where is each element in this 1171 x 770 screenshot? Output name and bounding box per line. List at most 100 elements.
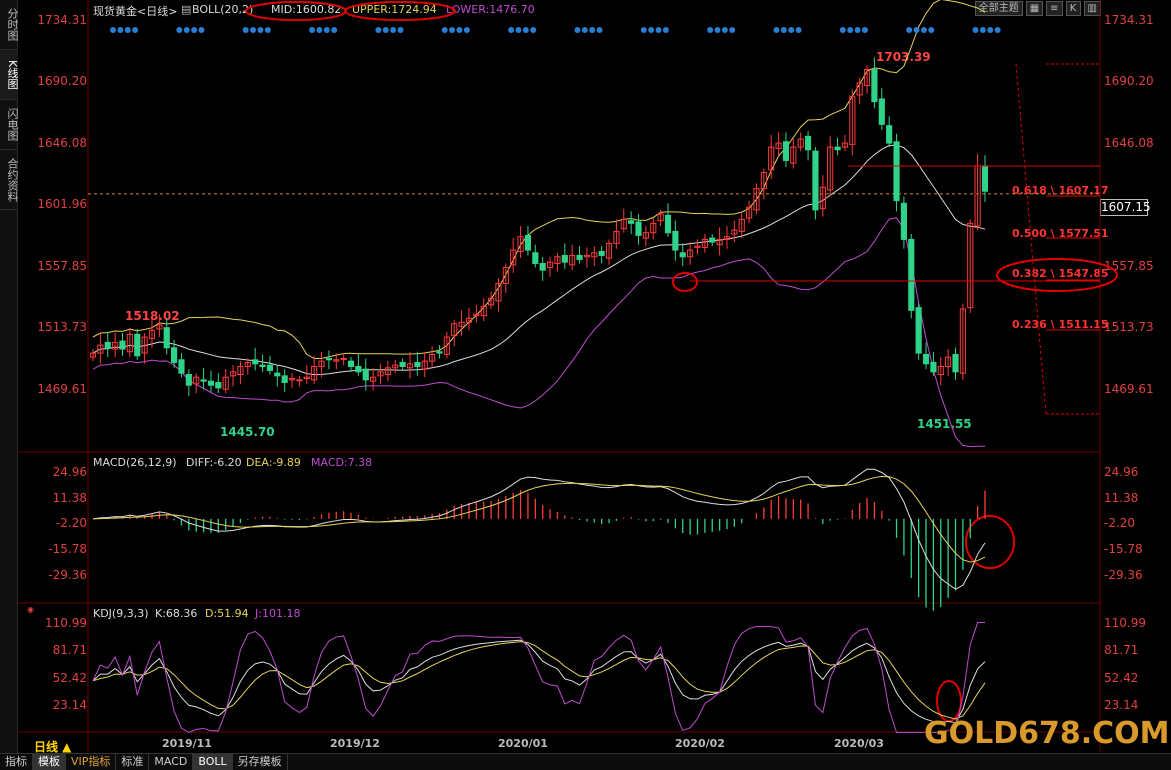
candle-body — [414, 361, 421, 367]
candle-body — [650, 222, 657, 234]
signal-dot — [854, 27, 861, 33]
tick-label: 23.14 — [1104, 698, 1139, 712]
signal-dot — [839, 27, 846, 33]
candle-body — [465, 317, 473, 323]
candle-body — [554, 256, 561, 264]
candle-body — [281, 375, 288, 384]
signal-dot — [581, 27, 588, 33]
candle-body — [849, 95, 856, 145]
boll-upper: UPPER:1724.94 — [352, 3, 437, 16]
signal-dot — [191, 27, 198, 33]
grid-icon[interactable]: ▦ — [1025, 1, 1044, 16]
candle-body — [303, 376, 310, 380]
candle-body — [628, 220, 635, 224]
candle-body — [709, 237, 716, 243]
candle-body — [325, 357, 332, 361]
candle-body — [583, 254, 590, 258]
signal-dot — [375, 27, 382, 33]
k-icon[interactable]: K — [1065, 1, 1081, 16]
candle-body — [340, 357, 347, 360]
candle-body — [134, 333, 141, 357]
kdj-d: D:51.94 — [205, 607, 249, 620]
signal-dot — [640, 27, 647, 33]
signal-dot — [861, 27, 868, 33]
tab-boll[interactable]: BOLL — [193, 754, 233, 770]
watermark: GOLD678.COM — [924, 716, 1170, 751]
tab-timeshare[interactable]: 分时图 — [0, 0, 19, 50]
chart-title: 现货黄金<日线> — [93, 5, 178, 18]
candle-body — [804, 135, 812, 151]
candle-body — [768, 146, 775, 171]
tab-save-template[interactable]: 另存模板 — [233, 754, 288, 770]
tab-kline[interactable]: K线图 — [0, 50, 19, 100]
tick-label: 52.42 — [52, 671, 87, 685]
list-icon[interactable]: ≡ — [1046, 1, 1063, 16]
peak-high-right: 1703.39 — [876, 50, 931, 64]
candle-body — [377, 371, 384, 377]
candle-body — [517, 236, 524, 252]
signal-dot — [714, 27, 721, 33]
signal-dot — [589, 27, 596, 33]
candle-body — [156, 324, 163, 330]
signal-dot — [331, 27, 338, 33]
kdj-settings-icon[interactable]: ◉ — [27, 605, 34, 614]
tab-flash[interactable]: 闪电图 — [0, 100, 19, 150]
signal-dot — [994, 27, 1001, 33]
signal-dot — [110, 27, 116, 33]
kdj-j: J:101.18 — [255, 607, 301, 620]
tick-label: 110.99 — [45, 616, 87, 630]
macd-diff: DIFF:-6.20 — [186, 456, 242, 469]
tab-template[interactable]: 模板 — [33, 754, 66, 770]
candle-body — [119, 340, 126, 350]
date-label: 2019/12 — [330, 737, 380, 750]
signal-dot — [773, 27, 780, 33]
candle-body — [355, 365, 362, 373]
signal-dot — [397, 27, 404, 33]
signal-dot — [662, 27, 669, 33]
signal-dot — [463, 27, 470, 33]
candle-body — [812, 150, 819, 211]
kdj-j-line — [92, 622, 985, 733]
candle-body — [886, 125, 893, 144]
candle-body — [863, 69, 871, 87]
candle-body — [687, 249, 694, 258]
tab-indicator[interactable]: 指标 — [0, 754, 33, 770]
fib-label-0382: 0.382 \ 1547.85 — [1012, 267, 1109, 280]
candle-body — [878, 98, 885, 125]
candle-body — [657, 213, 664, 222]
tick-label: -2.20 — [1104, 516, 1136, 530]
candle-body — [421, 360, 428, 370]
tick-label: 1557.85 — [37, 259, 87, 273]
peak-low-right: 1451.55 — [917, 417, 972, 431]
signal-dot — [648, 27, 655, 33]
candle-body — [701, 238, 708, 248]
candle-body — [598, 250, 605, 256]
macd-value: MACD:7.38 — [311, 456, 373, 469]
candle-body — [937, 365, 944, 376]
candle-body — [576, 254, 583, 260]
candle-body — [259, 364, 266, 367]
tab-macd[interactable]: MACD — [149, 754, 194, 770]
candle-body — [893, 141, 900, 202]
candle-body — [443, 336, 450, 355]
candle-body — [731, 229, 738, 235]
candle-body — [642, 232, 649, 239]
candle-body — [952, 353, 959, 373]
candle-body — [753, 188, 760, 211]
main-index-select[interactable]: 全部主题 — [974, 1, 1023, 16]
candle-body — [967, 222, 974, 309]
candle-body — [930, 361, 937, 373]
candle-body — [819, 186, 826, 210]
bars-icon[interactable]: ▥ — [1083, 1, 1101, 16]
signal-dot — [176, 27, 183, 33]
tab-vip-indicator[interactable]: VIP指标 — [66, 754, 117, 770]
boll-upper-line — [92, 0, 986, 359]
signal-dot — [316, 27, 323, 33]
tab-contract-info[interactable]: 合约资料 — [0, 150, 19, 210]
signal-dot — [655, 27, 662, 33]
tab-standard[interactable]: 标准 — [116, 754, 150, 770]
candle-body — [163, 327, 170, 349]
candle-body — [274, 372, 281, 377]
signal-dot — [124, 27, 131, 33]
date-label: 2020/01 — [498, 737, 548, 750]
